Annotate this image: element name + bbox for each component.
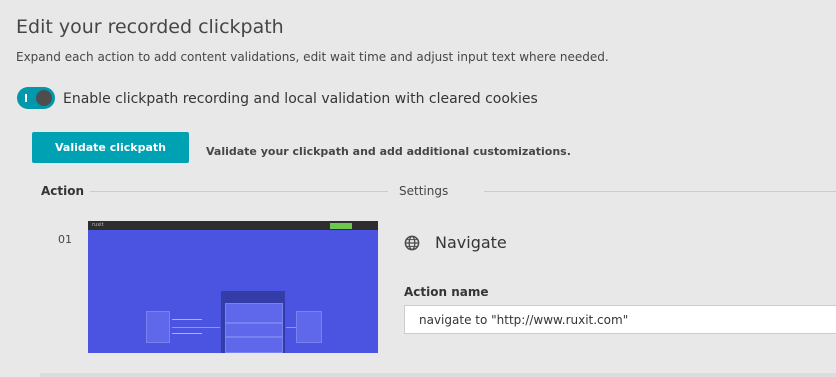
thumbnail-card [225, 303, 283, 323]
thumbnail-card [225, 323, 283, 337]
action-type-label: Navigate [435, 233, 507, 252]
recording-toggle-label: Enable clickpath recording and local val… [63, 91, 538, 107]
action-name-input[interactable] [404, 305, 836, 334]
toggle-knob [36, 90, 52, 106]
action-screenshot-thumbnail[interactable]: ruxit [88, 221, 378, 353]
next-row-edge [40, 373, 836, 377]
action-number: 01 [58, 233, 72, 246]
action-column-header: Action [41, 184, 85, 198]
thumbnail-text-line [172, 319, 202, 320]
page-subtitle: Expand each action to add content valida… [16, 50, 609, 64]
thumbnail-panel-left [146, 311, 170, 343]
toggle-on-indicator [25, 94, 27, 102]
settings-header-divider [484, 191, 836, 192]
thumbnail-card [225, 337, 283, 353]
thumbnail-text-line [172, 333, 202, 334]
thumbnail-panel-right [296, 311, 322, 343]
thumbnail-connector [286, 327, 296, 328]
thumbnail-connector [172, 327, 220, 328]
action-name-label: Action name [404, 285, 489, 299]
thumbnail-logo: ruxit [92, 222, 104, 228]
thumbnail-browser-bar: ruxit [88, 221, 378, 230]
globe-icon [404, 235, 420, 251]
validate-description: Validate your clickpath and add addition… [206, 145, 571, 158]
validate-clickpath-button[interactable]: Validate clickpath [32, 132, 189, 163]
settings-column-header: Settings [399, 184, 449, 198]
recording-toggle[interactable] [17, 87, 55, 109]
thumbnail-green-button [330, 223, 352, 229]
action-header-divider [90, 191, 388, 192]
page-title: Edit your recorded clickpath [16, 16, 284, 38]
